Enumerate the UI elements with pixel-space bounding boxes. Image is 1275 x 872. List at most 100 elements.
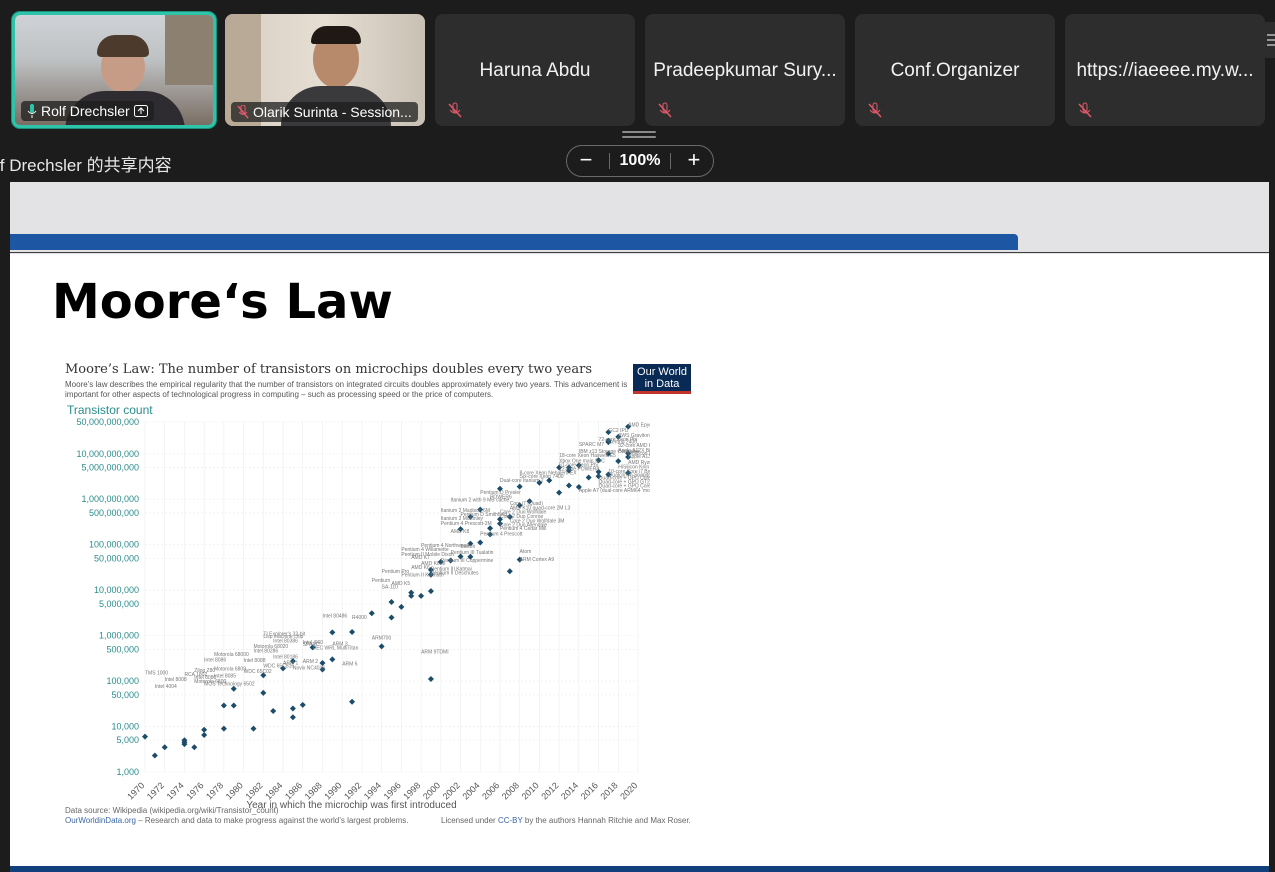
point-label: SPARC M7: [579, 442, 604, 448]
x-tick-label: 1982: [243, 780, 264, 801]
point-label: Pentium: [372, 578, 390, 584]
x-tick-label: 2000: [421, 780, 442, 801]
participant-name-label: Olarik Surinta - Session...: [231, 102, 418, 122]
x-tick-label: 1974: [165, 780, 186, 801]
shared-screen: Moore‘s Law Moore’s Law: The number of t…: [10, 182, 1269, 872]
zoom-out-button[interactable]: −: [575, 149, 597, 172]
participant-tile-rolf-drechsler[interactable]: Rolf Drechsler: [12, 12, 216, 128]
chart-source: Data source: Wikipedia (wikipedia.org/wi…: [65, 806, 279, 815]
chart-subtitle: Moore’s law describes the empirical regu…: [65, 380, 628, 399]
data-point: [270, 707, 277, 714]
x-tick-label: 1976: [184, 780, 205, 801]
point-label: AMD K6: [411, 565, 430, 571]
data-point: [201, 732, 208, 739]
point-label: TMS 1000: [145, 670, 168, 676]
license-link[interactable]: CC-BY: [498, 816, 523, 825]
slide-title: Moore‘s Law: [52, 274, 393, 330]
y-tick-label: 5,000,000,000: [81, 462, 139, 472]
x-tick-label: 1996: [382, 780, 403, 801]
chart-site-line: OurWorldinData.org – Research and data t…: [65, 816, 408, 825]
data-point: [388, 614, 395, 621]
data-point: [378, 643, 385, 650]
more-participants-button[interactable]: [1263, 22, 1275, 58]
license-pre: Licensed under: [441, 816, 498, 825]
y-tick-label: 100,000: [106, 676, 139, 686]
x-tick-label: 2002: [441, 780, 462, 801]
point-label: DEC WRL MultiTitan: [313, 645, 359, 651]
person-hair: [311, 26, 361, 44]
data-point: [142, 733, 148, 740]
zoom-control: − 100% +: [566, 145, 714, 177]
x-tick-label: 2006: [480, 780, 501, 801]
share-title: lf Drechsler 的共享内容: [0, 156, 172, 175]
participant-tile-pradeepkumar[interactable]: Pradeepkumar Sury...: [645, 14, 845, 126]
point-label: Intel 8086: [204, 657, 226, 663]
participant-tile-haruna-abdu[interactable]: Haruna Abdu: [435, 14, 635, 126]
y-tick-label: 5,000,000: [99, 599, 139, 609]
y-tick-label: 5,000: [116, 735, 139, 745]
mic-muted-icon: [868, 102, 882, 118]
data-point: [408, 589, 415, 596]
y-tick-label: 50,000: [111, 690, 139, 700]
owid-logo-line1: Our World: [637, 366, 687, 378]
data-point: [289, 705, 296, 712]
point-label: Pentium III Coppermine: [441, 558, 494, 564]
x-tick-label: 2008: [500, 780, 521, 801]
site-tail: – Research and data to make progress aga…: [136, 816, 409, 825]
data-point: [556, 489, 563, 496]
mic-on-icon: [27, 104, 37, 118]
participant-name: Olarik Surinta - Session...: [253, 104, 412, 120]
chart-license: Licensed under CC-BY by the authors Hann…: [441, 816, 691, 825]
data-point: [368, 610, 375, 617]
point-label: Novix NC4016: [293, 665, 325, 671]
y-tick-label: 1,000,000: [99, 631, 139, 641]
site-link[interactable]: OurWorldinData.org: [65, 816, 136, 825]
x-tick-label: 1994: [362, 780, 383, 801]
data-point: [427, 588, 434, 595]
data-point: [299, 701, 306, 708]
point-label: Motorola 6809: [214, 667, 246, 673]
participant-tile-conf-organizer[interactable]: Conf.Organizer: [855, 14, 1055, 126]
data-point: [418, 592, 425, 599]
point-label: WDC 65C02: [244, 669, 272, 675]
participant-name: Rolf Drechsler: [41, 103, 130, 119]
x-tick-label: 1986: [283, 780, 304, 801]
data-point: [329, 629, 336, 636]
mic-muted-icon: [448, 102, 462, 118]
point-label: ARM700: [372, 635, 392, 641]
y-tick-label: 100,000,000: [89, 540, 139, 550]
data-point: [585, 474, 592, 481]
data-point: [151, 752, 158, 759]
point-label: ARM Cortex A9: [520, 557, 555, 563]
participant-tile-url[interactable]: https://iaeeee.my.w...: [1065, 14, 1265, 126]
data-point: [220, 702, 227, 709]
mic-muted-icon: [1078, 102, 1092, 118]
point-label: Pentium III Tualatin: [451, 550, 494, 556]
data-point: [565, 482, 572, 489]
x-tick-label: 2014: [559, 780, 580, 801]
point-label: Intel 4004: [155, 684, 177, 690]
x-tick-label: 1990: [322, 780, 343, 801]
x-tick-label: 1992: [342, 780, 363, 801]
y-tick-label: 500,000,000: [89, 508, 139, 518]
moores-law-chart: 50,000,000,000 10,000,000,000 5,000,000,00…: [76, 417, 650, 810]
point-label: Barton: [461, 544, 476, 550]
zoom-in-button[interactable]: +: [683, 149, 705, 172]
participant-tile-olarik-surinta[interactable]: Olarik Surinta - Session...: [225, 14, 425, 126]
y-tick-label: 10,000: [111, 722, 139, 732]
point-label: Intel 80486: [322, 614, 347, 620]
y-tick-label: 50,000,000,000: [76, 417, 139, 427]
point-label: Apple A7 (dual-core ARM64 'mobile SoC'): [579, 488, 650, 494]
data-point: [250, 725, 257, 732]
strip-resize-handle[interactable]: [622, 131, 656, 139]
participant-name: Conf.Organizer: [890, 60, 1020, 81]
x-tick-label: 2010: [520, 780, 541, 801]
data-point: [329, 656, 336, 663]
screen-share-icon: [133, 105, 148, 117]
mic-muted-icon: [237, 105, 249, 119]
data-point: [161, 744, 168, 751]
y-tick-label: 500,000: [106, 644, 139, 654]
x-tick-label: 2004: [460, 780, 481, 801]
data-point: [398, 603, 405, 610]
point-label: Intel 8008: [165, 677, 187, 683]
